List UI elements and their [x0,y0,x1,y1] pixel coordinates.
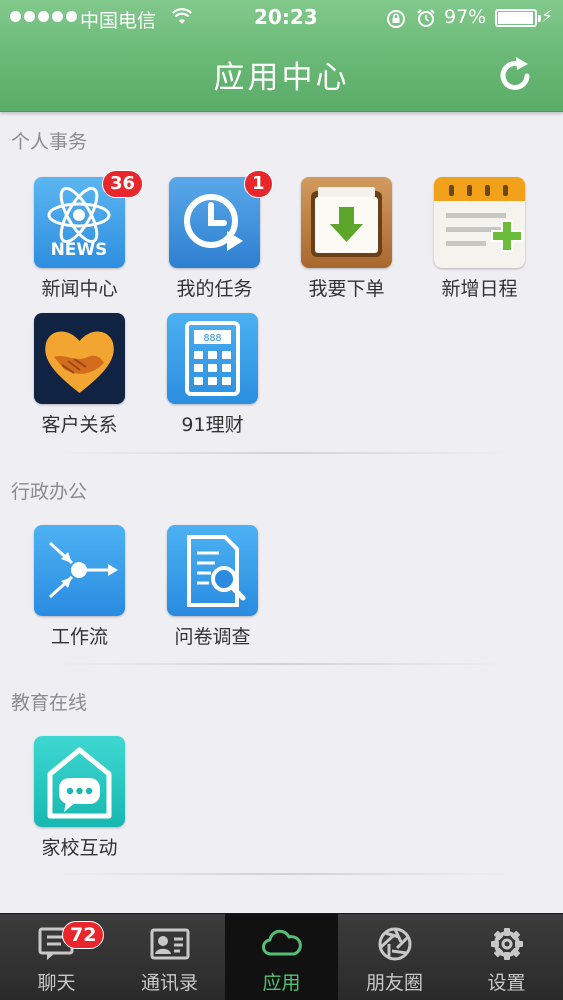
battery-percentage: 97% [444,6,487,28]
app-survey[interactable]: 问卷调查 [145,525,275,655]
app-news-center[interactable]: NEWS 36 新闻中心 [12,170,144,307]
tab-label: 朋友圈 [365,972,423,994]
app-add-schedule[interactable]: 新增日程 [412,177,542,307]
notification-badge: 72 [62,921,105,949]
app-91-finance[interactable]: 888 91理财 [145,313,275,443]
tab-moments[interactable]: 朋友圈 [338,914,451,1000]
wifi-icon [172,8,192,24]
svg-text:NEWS: NEWS [51,240,108,260]
app-label: 新闻中心 [41,278,118,300]
download-folder-icon [301,177,392,268]
status-bar: 中国电信 20:23 97% ⚡ [0,0,563,36]
alarm-icon [417,9,435,27]
app-label: 家校互动 [41,837,118,859]
svg-text:888: 888 [203,333,221,344]
app-my-tasks[interactable]: 1 我的任务 [147,170,277,307]
contacts-icon [150,928,190,960]
bottom-tab-bar: 72 聊天 通讯录 应用 朋友圈 设置 [0,913,563,1000]
charging-icon: ⚡ [541,7,553,27]
section-title-admin: 行政办公 [11,481,88,503]
status-time: 20:23 [254,5,318,29]
app-label: 我要下单 [308,278,385,300]
calendar-add-icon [434,177,525,268]
tab-label: 聊天 [37,972,76,994]
app-label: 我的任务 [176,278,253,300]
gear-icon [491,928,523,960]
carrier-name: 中国电信 [80,10,157,32]
app-label: 91理财 [181,414,244,436]
app-place-order[interactable]: 我要下单 [279,177,409,307]
battery-icon [495,9,541,27]
app-home-school[interactable]: 家校互动 [12,736,142,866]
section-title-education: 教育在线 [11,692,88,714]
app-header: 中国电信 20:23 97% ⚡ 应用中心 [0,0,563,112]
signal-strength-icon [10,11,77,22]
cloud-icon [262,929,302,956]
aperture-icon [378,927,412,961]
section-divider [55,663,510,665]
section-title-personal: 个人事务 [11,131,88,153]
app-label: 问卷调查 [174,626,251,648]
tab-settings[interactable]: 设置 [450,914,563,1000]
calculator-icon: 888 [167,313,258,404]
tab-contacts[interactable]: 通讯录 [113,914,226,1000]
section-divider [55,452,510,454]
section-divider [55,873,510,875]
app-workflow[interactable]: 工作流 [12,525,142,655]
app-customer-relations[interactable]: 客户关系 [12,313,142,443]
tab-label: 应用 [262,972,301,994]
refresh-icon[interactable] [496,55,536,95]
app-label: 客户关系 [41,414,118,436]
app-label: 工作流 [50,626,108,648]
home-chat-icon [34,736,125,827]
app-center-content: 个人事务 NEWS 36 新闻中心 1 我的任务 我要下单 新增日程 客户关系 … [0,113,563,913]
notification-badge: 36 [102,170,144,198]
workflow-icon [34,525,125,616]
tab-chat[interactable]: 72 聊天 [0,914,113,1000]
tab-label: 设置 [487,972,526,994]
tab-label: 通讯录 [140,972,198,994]
rotation-lock-icon [387,10,405,28]
notification-badge: 1 [244,170,273,198]
tab-apps[interactable]: 应用 [225,914,338,1000]
survey-search-icon [167,525,258,616]
app-label: 新增日程 [441,278,518,300]
page-title: 应用中心 [213,60,350,96]
handshake-heart-icon [34,313,125,404]
